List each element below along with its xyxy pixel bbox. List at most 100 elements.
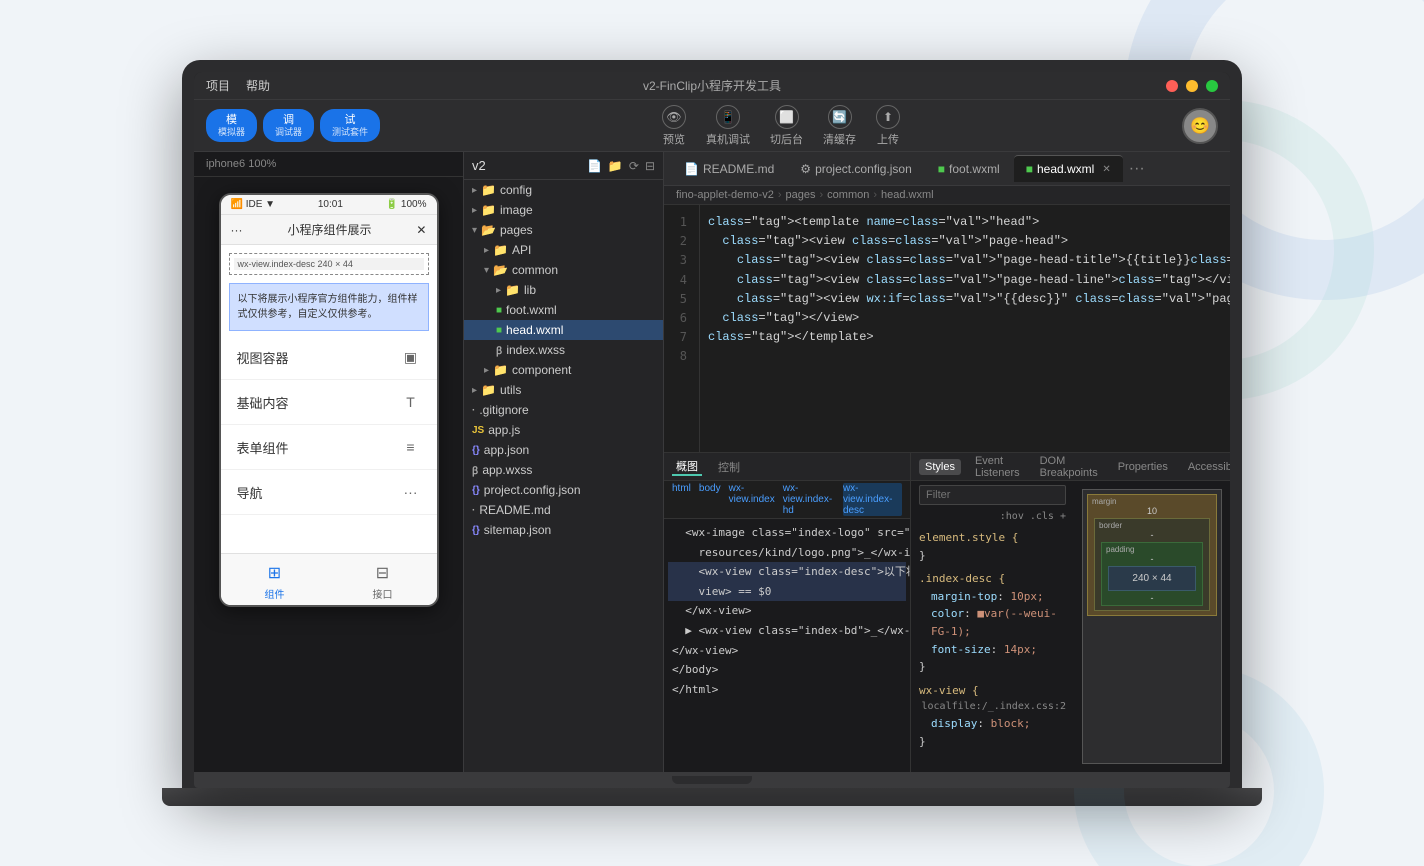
dom-breadcrumb-wx-view-index[interactable]: wx-view.index (729, 483, 775, 516)
window-controls (1166, 80, 1218, 92)
tree-item--gitignore[interactable]: · .gitignore (464, 400, 663, 420)
dom-tab-control[interactable]: 控制 (714, 459, 744, 475)
menu-project[interactable]: 项目 (206, 77, 230, 94)
maximize-button[interactable] (1206, 80, 1218, 92)
debug-button[interactable]: 调 调试器 (263, 109, 314, 143)
dom-breadcrumb-wx-view-index-hd[interactable]: wx-view.index-hd (783, 483, 835, 516)
tree-item-app-js[interactable]: JS app.js (464, 420, 663, 440)
tree-item-app-wxss[interactable]: ꞵ app.wxss (464, 460, 663, 480)
refresh-icon[interactable]: ⟳ (629, 159, 639, 173)
breadcrumb-root[interactable]: fino-applet-demo-v2 (676, 189, 774, 201)
file-tree-toolbar: 📄 📁 ⟳ ⊟ (587, 159, 655, 173)
code-line-6: class="tag"></view> (708, 309, 1222, 328)
toolbar-left: 模 模拟器 调 调试器 试 测试套件 (206, 109, 380, 143)
code-area: 12345678 class="tag"><template name=clas… (664, 205, 1230, 452)
dom-breadcrumb-wx-view-index-desc[interactable]: wx-view.index-desc (843, 483, 902, 516)
dom-line-2: <wx-view class="index-desc">以下将展示小程序官方组件… (668, 562, 906, 582)
tree-item-head-wxml[interactable]: ■ head.wxml (464, 320, 663, 340)
clear-cache-button[interactable]: 🔄 清缓存 (823, 105, 856, 147)
box-margin: margin 10 border - padding - (1087, 494, 1217, 616)
styles-tab-event-listeners[interactable]: Event Listeners (969, 453, 1026, 481)
styles-tab-styles[interactable]: Styles (919, 459, 961, 475)
breadcrumb-pages[interactable]: pages (786, 189, 816, 201)
breadcrumb: fino-applet-demo-v2 › pages › common › h… (664, 186, 1230, 205)
code-line-4: class="tag"><view class=class="val">"pag… (708, 271, 1222, 290)
tree-item-lib[interactable]: ▸ 📁 lib (464, 280, 663, 300)
styles-tab-dom-breakpoints[interactable]: DOM Breakpoints (1034, 453, 1104, 481)
new-file-icon[interactable]: 📄 (587, 159, 602, 173)
test-button[interactable]: 试 测试套件 (320, 109, 380, 143)
breadcrumb-file[interactable]: head.wxml (881, 189, 934, 201)
close-button[interactable] (1166, 80, 1178, 92)
tree-item-config[interactable]: ▸ 📁 config (464, 180, 663, 200)
code-tabs: 📄 README.md ⚙ project.config.json ■ foot… (664, 152, 1230, 186)
laptop-bottom (194, 772, 1230, 788)
tree-item-component[interactable]: ▸ 📁 component (464, 360, 663, 380)
tree-item-sitemap-json[interactable]: {} sitemap.json (464, 520, 663, 540)
code-line-5: class="tag"><view wx:if=class="val">"{{d… (708, 290, 1222, 309)
tree-item-foot-wxml[interactable]: ■ foot.wxml (464, 300, 663, 320)
code-editor-panel: 📄 README.md ⚙ project.config.json ■ foot… (664, 152, 1230, 772)
menu-help[interactable]: 帮助 (246, 77, 270, 94)
cut-bg-button[interactable]: ⬜ 切后台 (770, 105, 803, 147)
real-device-icon: 📱 (716, 105, 740, 129)
tree-item-pages[interactable]: ▾ 📂 pages (464, 220, 663, 240)
tab-item-api[interactable]: ⊟ 接口 (372, 562, 394, 601)
dom-line-4: </wx-view> (668, 601, 906, 621)
dom-tab-overview[interactable]: 概图 (672, 458, 702, 476)
real-device-button[interactable]: 📱 真机调试 (706, 105, 750, 147)
user-avatar[interactable]: 😊 (1182, 108, 1218, 144)
code-line-3: class="tag"><view class=class="val">"pag… (708, 251, 1222, 270)
styles-tab-accessibility[interactable]: Accessibility (1182, 459, 1230, 475)
tab-foot-wxml-icon: ■ (938, 162, 945, 176)
list-item-1[interactable]: 视图容器 ▣ (221, 335, 437, 380)
tree-item-utils[interactable]: ▸ 📁 utils (464, 380, 663, 400)
tab-close-icon[interactable]: ✕ (1102, 164, 1110, 175)
dom-content[interactable]: <wx-image class="index-logo" src="../res… (664, 519, 910, 772)
css-filter-input[interactable] (919, 485, 1066, 505)
tree-item-index-wxss[interactable]: ꞵ index.wxss (464, 340, 663, 360)
tab-project-config[interactable]: ⚙ project.config.json (788, 156, 924, 182)
code-content[interactable]: class="tag"><template name=class="val">"… (700, 205, 1230, 452)
box-padding: padding - 240 × 44 - (1101, 542, 1203, 606)
dom-breadcrumb-html[interactable]: html (672, 483, 691, 516)
laptop-base (162, 788, 1262, 806)
dom-line-6: </wx-view> (668, 641, 906, 661)
new-folder-icon[interactable]: 📁 (608, 159, 623, 173)
tab-head-wxml[interactable]: ■ head.wxml ✕ (1014, 155, 1123, 182)
simulate-button[interactable]: 模 模拟器 (206, 109, 257, 143)
collapse-icon[interactable]: ⊟ (645, 159, 655, 173)
tree-item-app-json[interactable]: {} app.json (464, 440, 663, 460)
upload-button[interactable]: ⬆ 上传 (876, 105, 900, 147)
tree-item-readme-md[interactable]: · README.md (464, 500, 663, 520)
list-item-2[interactable]: 基础内容 T (221, 380, 437, 425)
preview-button[interactable]: 👁 预览 (662, 105, 686, 147)
list-item-3[interactable]: 表单组件 ≡ (221, 425, 437, 470)
code-line-2: class="tag"><view class=class="val">"pag… (708, 232, 1222, 251)
status-right: 🔋 100% (386, 199, 427, 210)
breadcrumb-common[interactable]: common (827, 189, 869, 201)
tab-more-icon[interactable]: ··· (1125, 160, 1149, 178)
device-preview-panel: iphone6 100% 📶 IDE ▼ 10:01 🔋 100% · (194, 152, 464, 772)
toolbar: 模 模拟器 调 调试器 试 测试套件 👁 预览 (194, 100, 1230, 152)
list-icon-2: T (401, 392, 421, 412)
tab-foot-wxml[interactable]: ■ foot.wxml (926, 156, 1012, 182)
tab-item-component[interactable]: ⊞ 组件 (264, 562, 286, 601)
list-item-label-2: 基础内容 (237, 393, 289, 412)
list-item-4[interactable]: 导航 ··· (221, 470, 437, 515)
styles-tab-properties[interactable]: Properties (1112, 459, 1174, 475)
tree-item-common[interactable]: ▾ 📂 common (464, 260, 663, 280)
nav-close-icon[interactable]: ✕ (416, 223, 426, 237)
nav-more-icon[interactable]: ··· (231, 223, 243, 237)
tree-item-image[interactable]: ▸ 📁 image (464, 200, 663, 220)
tree-item-project-config-json[interactable]: {} project.config.json (464, 480, 663, 500)
tab-readme[interactable]: 📄 README.md (672, 156, 786, 182)
tab-label-api: 接口 (373, 586, 393, 601)
tab-readme-icon: 📄 (684, 162, 699, 176)
code-line-7: class="tag"></template> (708, 328, 1222, 347)
status-time: 10:01 (318, 199, 343, 210)
dom-breadcrumb-body[interactable]: body (699, 483, 721, 516)
menu-bar: 项目 帮助 (206, 77, 270, 94)
tree-item-api[interactable]: ▸ 📁 API (464, 240, 663, 260)
minimize-button[interactable] (1186, 80, 1198, 92)
